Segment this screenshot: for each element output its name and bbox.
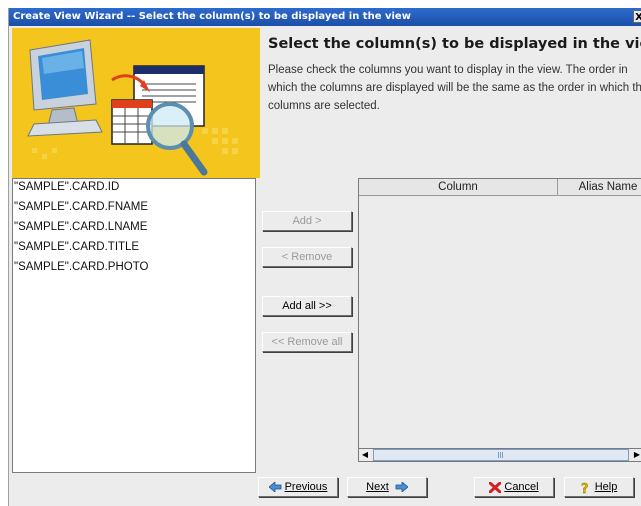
window-title: Create View Wizard -- Select the column(… <box>13 11 411 22</box>
available-columns-list[interactable]: "SAMPLE".CARD.ID "SAMPLE".CARD.FNAME "SA… <box>12 178 256 473</box>
arrow-right-icon <box>395 482 408 493</box>
next-label: Next <box>366 481 389 493</box>
add-button[interactable]: Add > <box>262 211 352 231</box>
previous-button[interactable]: Previous <box>258 477 338 497</box>
list-item[interactable]: "SAMPLE".CARD.LNAME <box>13 217 255 237</box>
previous-label: Previous <box>284 481 328 493</box>
banner-graphic <box>12 28 260 178</box>
scroll-right-arrow-icon[interactable]: ▶ <box>631 449 641 461</box>
create-view-wizard-dialog: Create View Wizard -- Select the column(… <box>8 8 641 506</box>
svg-text:?: ? <box>581 482 589 494</box>
list-item[interactable]: "SAMPLE".CARD.FNAME <box>13 197 255 217</box>
cancel-label: Cancel <box>504 481 539 493</box>
add-all-button[interactable]: Add all >> <box>262 296 352 316</box>
question-icon: ? <box>581 481 589 494</box>
selected-columns-table[interactable]: Column Alias Name <box>358 178 641 462</box>
column-header-column[interactable]: Column <box>359 179 558 195</box>
title-bar: Create View Wizard -- Select the column(… <box>9 8 641 26</box>
page-heading: Select the column(s) to be displayed in … <box>268 36 641 52</box>
table-header: Column Alias Name <box>359 179 641 196</box>
list-item[interactable]: "SAMPLE".CARD.PHOTO <box>13 257 255 277</box>
remove-button[interactable]: < Remove <box>262 247 352 267</box>
remove-all-button[interactable]: << Remove all <box>262 332 352 352</box>
close-button[interactable]: X <box>633 10 641 23</box>
help-label: Help <box>594 481 618 493</box>
page-description: Please check the columns you want to dis… <box>268 64 641 112</box>
scrollbar-thumb[interactable] <box>373 449 629 461</box>
list-item[interactable]: "SAMPLE".CARD.ID <box>13 179 255 197</box>
list-item[interactable]: "SAMPLE".CARD.TITLE <box>13 237 255 257</box>
red-x-icon <box>489 481 502 493</box>
scroll-left-arrow-icon[interactable]: ◀ <box>359 449 371 461</box>
next-button[interactable]: Next <box>347 477 427 497</box>
horizontal-scrollbar[interactable]: ◀ ▶ <box>358 448 641 462</box>
cancel-button[interactable]: Cancel <box>474 477 554 497</box>
help-button[interactable]: ? Help <box>564 477 634 497</box>
arrow-left-icon <box>268 482 281 493</box>
scrollbar-grip <box>498 452 504 458</box>
wizard-banner-illustration <box>12 28 260 178</box>
column-header-alias-name[interactable]: Alias Name <box>558 179 641 195</box>
